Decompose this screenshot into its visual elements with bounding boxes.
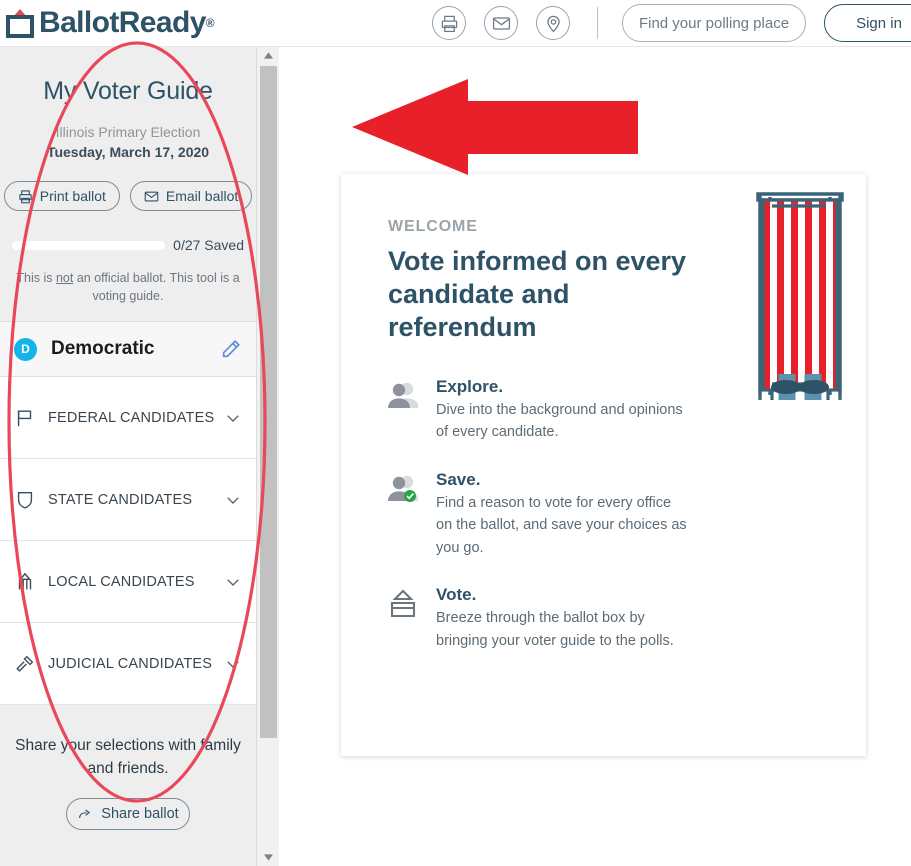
chevron-down-icon[interactable] [224, 655, 242, 673]
feature-title: Vote. [436, 585, 477, 605]
sidebar-item-label: LOCAL CANDIDATES [48, 573, 195, 590]
find-polling-place-button[interactable]: Find your polling place [622, 4, 806, 42]
brand-logo[interactable]: BallotReady ® [6, 6, 215, 40]
main-content: WELCOME Vote informed on every candidate… [280, 47, 911, 866]
sidebar-item-judicial-candidates[interactable]: JUDICIAL CANDIDATES [0, 623, 256, 706]
sign-in-button[interactable]: Sign in [824, 4, 911, 42]
top-header: BallotReady ® Find your polling place Si… [0, 0, 911, 47]
candidate-category-list: FEDERAL CANDIDATES STATE CANDIDATES LOCA… [0, 377, 256, 706]
header-icon-group [432, 6, 570, 40]
chevron-down-icon[interactable] [224, 409, 242, 427]
scroll-down-arrow-icon[interactable] [257, 849, 280, 866]
save-progress: 0/27 Saved [0, 237, 256, 253]
sidebar-item-local-candidates[interactable]: LOCAL CANDIDATES [0, 541, 256, 624]
chevron-down-icon[interactable] [224, 491, 242, 509]
welcome-card: WELCOME Vote informed on every candidate… [341, 174, 866, 756]
feature-description: Breeze through the ballot box by bringin… [436, 610, 674, 649]
print-icon[interactable] [432, 6, 466, 40]
ballot-box-logo-icon [6, 9, 34, 38]
email-icon [144, 191, 159, 201]
header-divider [597, 7, 598, 39]
feature-description: Find a reason to vote for every office o… [436, 494, 687, 556]
voter-guide-sidebar: My Voter Guide Illinois Primary Election… [0, 47, 256, 866]
chevron-down-icon[interactable] [224, 573, 242, 591]
sidebar-item-label: FEDERAL CANDIDATES [48, 409, 215, 426]
ballot-box-icon [388, 585, 418, 652]
location-pin-icon[interactable] [536, 6, 570, 40]
person-check-icon [388, 470, 419, 559]
election-name: Illinois Primary Election [55, 124, 201, 140]
sidebar-item-label: STATE CANDIDATES [48, 491, 193, 508]
sidebar-scrollbar[interactable] [256, 47, 279, 866]
disclaimer-emphasis: not [55, 271, 74, 285]
feature-title: Save. [436, 469, 481, 489]
share-section: Share your selections with family and fr… [0, 705, 256, 831]
print-ballot-label: Print ballot [39, 188, 106, 204]
feature-save: Save. Find a reason to vote for every of… [388, 470, 824, 559]
email-ballot-label: Email ballot [165, 188, 239, 204]
sidebar-item-federal-candidates[interactable]: FEDERAL CANDIDATES [0, 377, 256, 460]
pencil-icon[interactable] [220, 338, 242, 360]
email-ballot-button[interactable]: Email ballot [129, 181, 253, 211]
disclaimer-post: an official ballot. This tool is a votin… [73, 271, 240, 304]
card-headline: Vote informed on every candidate and ref… [388, 246, 687, 342]
brand-name: BallotReady [39, 6, 206, 39]
print-icon [19, 189, 32, 203]
saved-count-label: 0/27 Saved [173, 237, 244, 253]
scrollbar-thumb[interactable] [260, 66, 277, 738]
share-arrow-icon [79, 809, 91, 819]
brand-registered-mark: ® [205, 16, 215, 30]
party-name: Democratic [51, 338, 155, 360]
election-date: Tuesday, March 17, 2020 [46, 144, 210, 160]
page-title: My Voter Guide [43, 77, 213, 105]
print-ballot-button[interactable]: Print ballot [3, 181, 120, 211]
share-ballot-label: Share ballot [101, 806, 179, 823]
sidebar-item-state-candidates[interactable]: STATE CANDIDATES [0, 459, 256, 542]
share-description: Share your selections with family and fr… [15, 737, 241, 777]
sidebar-item-label: JUDICIAL CANDIDATES [48, 655, 213, 672]
feature-list: Explore. Dive into the background and op… [388, 377, 824, 652]
progress-bar [12, 240, 166, 250]
scroll-up-arrow-icon[interactable] [257, 47, 280, 64]
capitol-building-icon [18, 572, 32, 590]
voting-booth-illustration [752, 184, 848, 408]
ballot-action-buttons: Print ballot Email ballot [0, 181, 256, 211]
flag-icon [17, 410, 32, 426]
email-icon[interactable] [484, 6, 518, 40]
party-badge: D [14, 337, 37, 361]
feature-vote: Vote. Breeze through the ballot box by b… [388, 585, 824, 652]
person-icon [388, 377, 419, 444]
shield-icon [17, 491, 33, 509]
selected-party-row[interactable]: D Democratic [0, 321, 256, 378]
share-ballot-button[interactable]: Share ballot [66, 798, 190, 831]
gavel-icon [16, 655, 34, 672]
app-root: BallotReady ® Find your polling place Si… [0, 0, 911, 866]
ballot-disclaimer: This is not an official ballot. This too… [14, 269, 242, 305]
disclaimer-pre: This is [16, 271, 56, 285]
feature-description: Dive into the background and opinions of… [436, 401, 683, 441]
